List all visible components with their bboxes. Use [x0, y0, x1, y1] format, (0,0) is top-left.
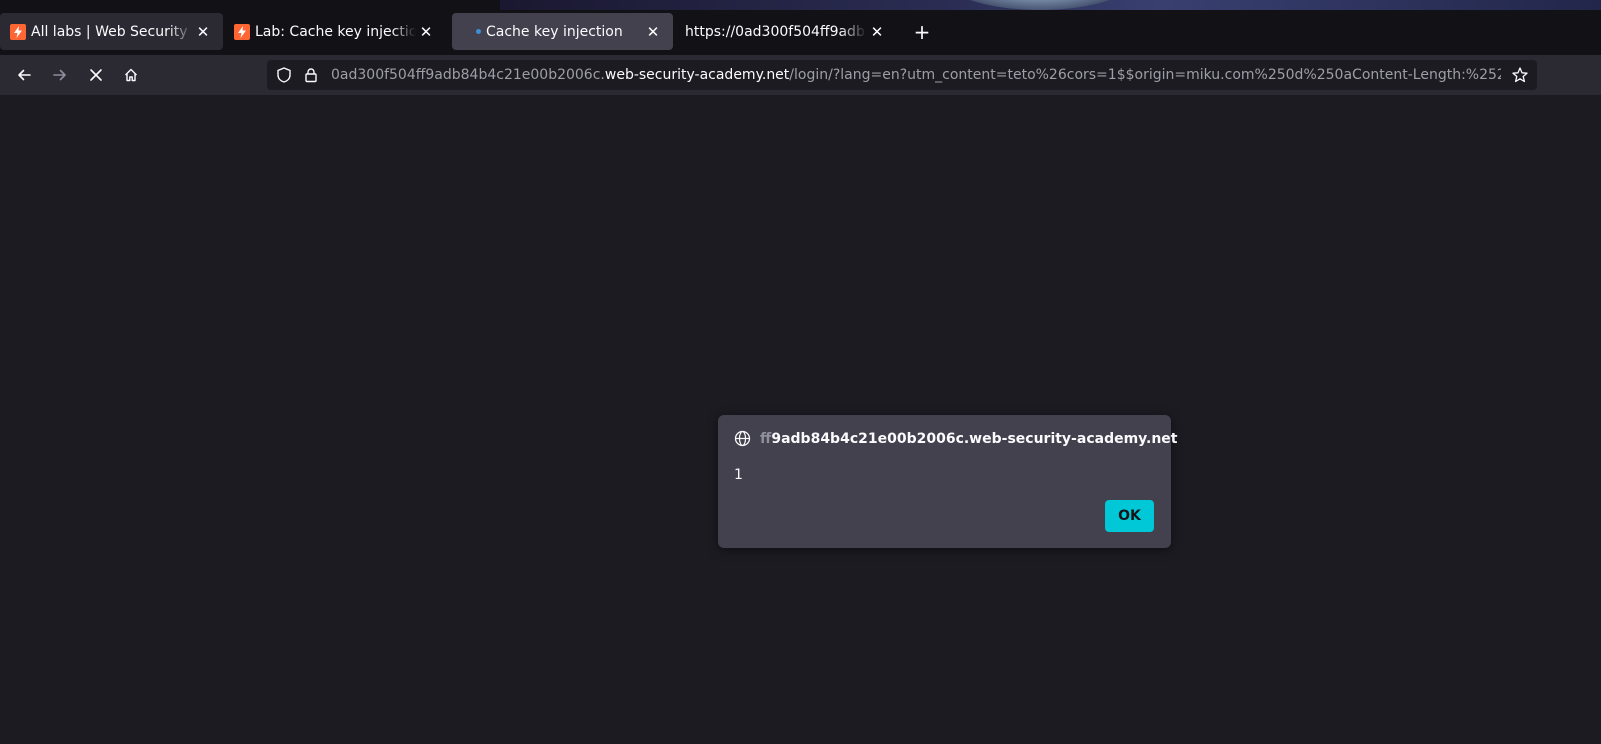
- nav-toolbar: 0ad300f504ff9adb84b4c21e00b2006c.web-sec…: [0, 55, 1601, 95]
- home-icon[interactable]: [117, 61, 145, 89]
- close-icon[interactable]: ✕: [416, 23, 436, 41]
- url-text[interactable]: 0ad300f504ff9adb84b4c21e00b2006c.web-sec…: [331, 67, 1501, 83]
- tab-all-labs[interactable]: All labs | Web Security Academy ✕: [0, 13, 223, 50]
- ok-button[interactable]: OK: [1105, 500, 1154, 532]
- loading-dot-icon: [476, 29, 481, 34]
- dialog-origin: ff9adb84b4c21e00b2006c.web-security-acad…: [760, 431, 1177, 447]
- new-tab-plus-icon[interactable]: +: [910, 20, 934, 44]
- tab-title: https://0ad300f504ff9adb84b4c21e00b2006c…: [685, 23, 867, 40]
- alert-dialog: ff9adb84b4c21e00b2006c.web-security-acad…: [718, 415, 1177, 548]
- tab-title: All labs | Web Security Academy: [31, 23, 193, 40]
- tab-title: Lab: Cache key injection: [255, 23, 416, 40]
- burp-lightning-icon: [10, 23, 26, 40]
- tab-title: Cache key injection: [486, 23, 623, 40]
- bookmark-star-icon[interactable]: [1511, 66, 1529, 84]
- lock-icon[interactable]: [303, 67, 319, 83]
- forward-arrow-icon[interactable]: [46, 61, 74, 89]
- dialog-origin-row: ff9adb84b4c21e00b2006c.web-security-acad…: [734, 430, 1177, 447]
- tab-url[interactable]: https://0ad300f504ff9adb84b4c21e00b2006c…: [675, 13, 897, 50]
- close-icon[interactable]: ✕: [867, 23, 887, 41]
- close-icon[interactable]: ✕: [193, 23, 213, 41]
- dialog-origin-faded: ff: [760, 430, 772, 447]
- stop-x-icon[interactable]: [82, 61, 110, 89]
- tab-strip: All labs | Web Security Academy ✕ Lab: C…: [0, 0, 1601, 55]
- dialog-origin-main: 9adb84b4c21e00b2006c.web-security-academ…: [771, 430, 1178, 447]
- dialog-message: 1: [734, 467, 743, 483]
- url-prefix: 0ad300f504ff9adb84b4c21e00b2006c.: [331, 67, 605, 83]
- url-host: web-security-academy.net: [604, 67, 790, 83]
- shield-icon[interactable]: [275, 66, 293, 84]
- url-path: /login/?lang=en?utm_content=teto%26cors=…: [789, 67, 1501, 83]
- burp-lightning-icon: [234, 23, 250, 40]
- tab-cache-key-injection-active[interactable]: Cache key injection ✕: [452, 13, 673, 50]
- globe-icon: [734, 430, 751, 447]
- url-bar[interactable]: 0ad300f504ff9adb84b4c21e00b2006c.web-sec…: [267, 60, 1537, 90]
- close-icon[interactable]: ✕: [643, 23, 663, 41]
- back-arrow-icon[interactable]: [10, 61, 38, 89]
- tab-lab-cache-key-injection[interactable]: Lab: Cache key injection ✕: [224, 13, 446, 50]
